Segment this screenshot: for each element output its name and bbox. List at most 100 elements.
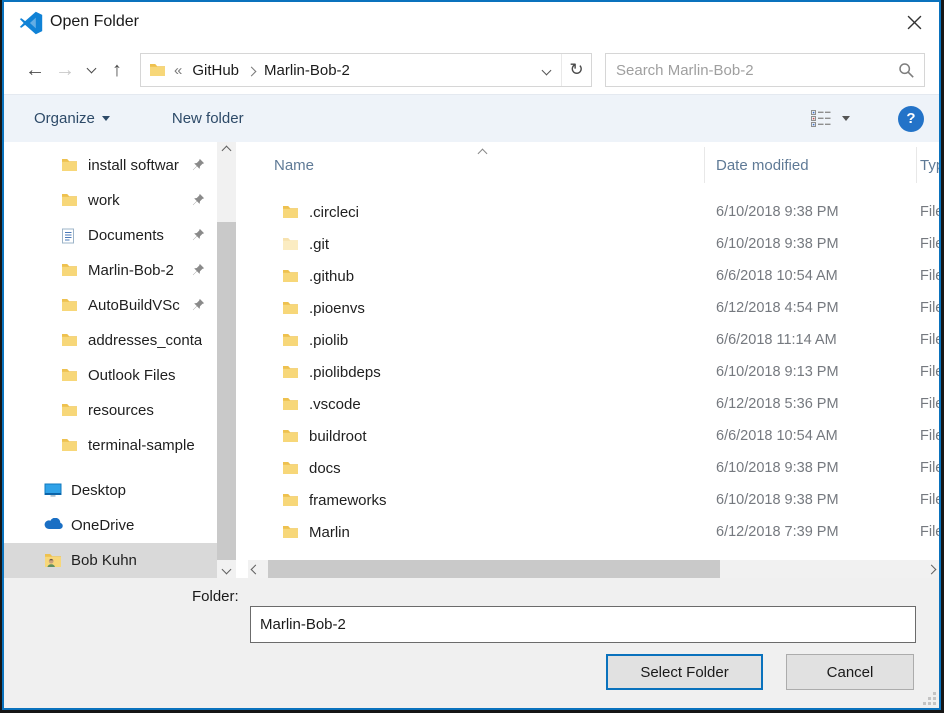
open-folder-dialog: Open Folder ← → ↑ « GitHub Marlin-Bob-2 (2, 0, 941, 710)
file-row--git[interactable]: .git 6/10/2018 9:38 PM File (246, 228, 939, 260)
sidebar-scrollbar-thumb[interactable] (217, 222, 236, 560)
pin-icon (192, 228, 205, 241)
file-row--github[interactable]: .github 6/6/2018 10:54 AM File (246, 260, 939, 292)
folder-icon (282, 493, 299, 507)
address-bar[interactable]: « GitHub Marlin-Bob-2 ↻ (140, 53, 592, 87)
folder-icon (61, 333, 78, 347)
file-type: File (920, 332, 939, 348)
sidebar-item-desktop[interactable]: Desktop (4, 473, 217, 508)
file-date-modified: 6/6/2018 10:54 AM (716, 268, 838, 284)
column-header-date-modified[interactable]: Date modified (716, 157, 809, 174)
forward-button[interactable]: → (50, 60, 80, 80)
pin-icon (192, 158, 206, 172)
scroll-right-icon[interactable] (924, 560, 939, 578)
file-row--piolib[interactable]: .piolib 6/6/2018 11:14 AM File (246, 324, 939, 356)
sidebar-item-label: AutoBuildVSc (88, 297, 180, 314)
sidebar-item-bob-kuhn[interactable]: Bob Kuhn (4, 543, 217, 578)
help-button[interactable]: ? (898, 106, 924, 132)
navigation-bar: ← → ↑ « GitHub Marlin-Bob-2 ↻ Search Mar… (4, 46, 939, 94)
back-button[interactable]: ← (20, 60, 50, 80)
recent-locations-icon[interactable] (80, 65, 102, 75)
address-dropdown-icon[interactable] (531, 54, 561, 86)
column-header-name[interactable]: Name (274, 157, 314, 174)
resize-grip[interactable] (923, 692, 936, 705)
folder-name-input[interactable]: Marlin-Bob-2 (250, 606, 916, 643)
file-date-modified: 6/6/2018 11:14 AM (716, 332, 837, 348)
file-date-modified: 6/12/2018 5:36 PM (716, 396, 839, 412)
pin-icon (192, 193, 205, 206)
footer-panel: Folder: Marlin-Bob-2 Select Folder Cance… (4, 578, 939, 708)
vscode-logo-icon (19, 11, 43, 35)
column-header-type[interactable]: Typ (920, 157, 939, 174)
file-row-marlin[interactable]: Marlin 6/12/2018 7:39 PM File (246, 516, 939, 548)
folder-icon (282, 301, 299, 315)
file-row-buildroot[interactable]: buildroot 6/6/2018 10:54 AM File (246, 420, 939, 452)
search-input[interactable]: Search Marlin-Bob-2 (605, 53, 925, 87)
pin-icon (192, 263, 205, 276)
file-date-modified: 6/10/2018 9:38 PM (716, 460, 839, 476)
sidebar-item-onedrive[interactable]: OneDrive (4, 508, 217, 543)
file-row--circleci[interactable]: .circleci 6/10/2018 9:38 PM File (246, 196, 939, 228)
horizontal-scrollbar-thumb[interactable] (268, 560, 720, 578)
scroll-up-icon[interactable] (217, 142, 236, 159)
sidebar-item-icon (61, 403, 79, 419)
sidebar-item-icon (44, 518, 62, 534)
file-row--vscode[interactable]: .vscode 6/12/2018 5:36 PM File (246, 388, 939, 420)
organize-label: Organize (34, 110, 95, 127)
file-date-modified: 6/10/2018 9:38 PM (716, 204, 839, 220)
sidebar-item-resources[interactable]: resources (4, 393, 217, 428)
breadcrumb-github[interactable]: GitHub (192, 62, 239, 79)
file-rows: .circleci 6/10/2018 9:38 PM File .git 6/… (246, 196, 939, 548)
file-row--pioenvs[interactable]: .pioenvs 6/12/2018 4:54 PM File (246, 292, 939, 324)
file-name: frameworks (309, 492, 387, 509)
new-folder-button[interactable]: New folder (172, 110, 244, 127)
file-type: File (920, 492, 939, 508)
onedrive-icon (44, 518, 63, 530)
search-placeholder: Search Marlin-Bob-2 (616, 62, 754, 79)
select-folder-button[interactable]: Select Folder (606, 654, 763, 690)
file-date-modified: 6/6/2018 10:54 AM (716, 428, 838, 444)
sidebar-item-outlook-files[interactable]: Outlook Files (4, 358, 217, 393)
folder-name-value: Marlin-Bob-2 (260, 616, 346, 633)
file-row-docs[interactable]: docs 6/10/2018 9:38 PM File (246, 452, 939, 484)
sidebar-item-marlin-bob-2[interactable]: Marlin-Bob-2 (4, 253, 217, 288)
folder-icon (282, 461, 299, 475)
file-row--piolibdeps[interactable]: .piolibdeps 6/10/2018 9:13 PM File (246, 356, 939, 388)
help-question-icon: ? (906, 110, 915, 127)
pin-icon (192, 298, 205, 311)
sidebar-item-install-softwar[interactable]: install softwar (4, 148, 217, 183)
sidebar-item-work[interactable]: work (4, 183, 217, 218)
scroll-left-icon[interactable] (248, 560, 263, 578)
sidebar-item-label: resources (88, 402, 154, 419)
close-icon[interactable] (897, 6, 931, 38)
file-type: File (920, 236, 939, 252)
sidebar-item-label: OneDrive (71, 517, 134, 534)
organize-menu[interactable]: Organize (34, 110, 110, 127)
folder-icon (282, 269, 299, 283)
folder-icon (282, 237, 299, 251)
file-row-frameworks[interactable]: frameworks 6/10/2018 9:38 PM File (246, 484, 939, 516)
folder-icon (61, 298, 78, 312)
cancel-button[interactable]: Cancel (786, 654, 914, 690)
breadcrumb-current-folder[interactable]: Marlin-Bob-2 (264, 62, 350, 79)
up-button[interactable]: ↑ (102, 60, 132, 80)
folder-icon (282, 525, 299, 539)
file-type: File (920, 268, 939, 284)
folder-icon (282, 365, 299, 379)
sidebar-item-documents[interactable]: Documents (4, 218, 217, 253)
list-header: Name Date modified Typ (246, 142, 939, 190)
change-view-button[interactable] (811, 110, 850, 127)
file-list: Name Date modified Typ .circleci 6/10/20… (246, 142, 939, 578)
scroll-down-icon[interactable] (217, 561, 236, 578)
sidebar-scrollbar[interactable] (217, 142, 236, 578)
sidebar-item-autobuildvsc[interactable]: AutoBuildVSc (4, 288, 217, 323)
folder-icon (282, 429, 299, 443)
breadcrumb-collapsed[interactable]: « (174, 62, 182, 79)
sidebar-item-terminal-sample[interactable]: terminal-sample (4, 428, 217, 463)
horizontal-scrollbar[interactable] (248, 560, 939, 578)
refresh-icon[interactable]: ↻ (561, 54, 591, 86)
file-date-modified: 6/10/2018 9:13 PM (716, 364, 839, 380)
folder-icon (282, 205, 299, 219)
search-icon[interactable] (898, 62, 915, 79)
sidebar-item-addresses-conta[interactable]: addresses_conta (4, 323, 217, 358)
